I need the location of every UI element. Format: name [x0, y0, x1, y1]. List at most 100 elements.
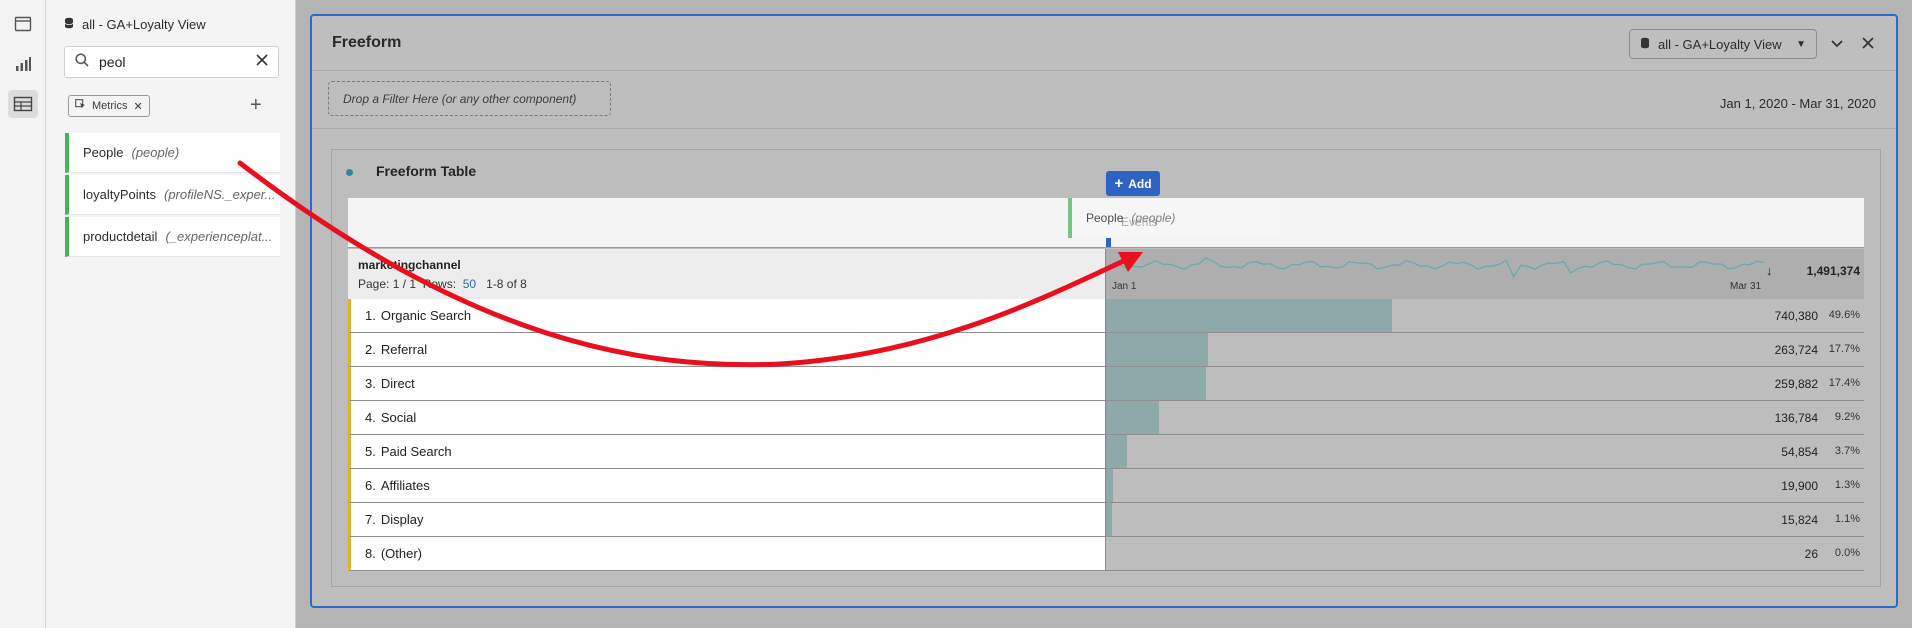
table-row-label[interactable]: 5. Paid Search: [348, 435, 1106, 469]
dataset-selector[interactable]: all - GA+Loyalty View: [64, 17, 206, 32]
table-row-metric[interactable]: 54,854 3.7%: [1106, 435, 1864, 469]
table-row-label[interactable]: 3. Direct: [348, 367, 1106, 401]
database-icon: [64, 17, 74, 32]
metric-value: 136,784: [1774, 411, 1818, 425]
table-row-label[interactable]: 6. Affiliates: [348, 469, 1106, 503]
metric-value: 26: [1804, 547, 1818, 561]
metric-value: 54,854: [1781, 445, 1818, 459]
row-rank: 8.: [365, 546, 376, 561]
chip-remove-icon[interactable]: ✕: [133, 100, 142, 113]
viz-status-dot: [346, 169, 353, 176]
close-panel-icon[interactable]: [1862, 36, 1874, 54]
row-rank: 1.: [365, 308, 376, 323]
table-row-metric[interactable]: 259,882 17.4%: [1106, 367, 1864, 401]
metric-percent: 1.1%: [1834, 513, 1860, 525]
filter-drop-zone[interactable]: Drop a Filter Here (or any other compone…: [328, 81, 611, 116]
metric-value: 740,380: [1774, 309, 1818, 323]
panel-filter-row: Drop a Filter Here (or any other compone…: [312, 71, 1896, 129]
metric-bar: [1106, 401, 1159, 434]
row-rank: 7.: [365, 512, 376, 527]
metric-bar: [1106, 503, 1112, 536]
row-label: Social: [380, 410, 417, 425]
add-filter-icon[interactable]: +: [250, 94, 262, 116]
table-row-label[interactable]: 1. Organic Search: [348, 299, 1106, 333]
row-rank: 5.: [365, 444, 376, 459]
ghost-id: (people): [1131, 211, 1176, 225]
chip-label: Metrics: [92, 100, 128, 112]
metric-value: 15,824: [1781, 513, 1818, 527]
metric-bar: [1106, 333, 1208, 366]
table-row-metric[interactable]: 15,824 1.1%: [1106, 503, 1864, 537]
sparkline-start-label: Jan 1: [1112, 281, 1137, 292]
table-row-label[interactable]: 8. (Other): [348, 537, 1106, 571]
table-row-metric[interactable]: 19,900 1.3%: [1106, 469, 1864, 503]
row-label: Paid Search: [380, 444, 452, 459]
component-name: productdetail: [83, 229, 158, 244]
clear-search-icon[interactable]: [256, 53, 268, 71]
rows-per-page-select[interactable]: 50: [463, 277, 476, 291]
add-label: Add: [1128, 176, 1152, 191]
search-input[interactable]: peol: [99, 54, 256, 70]
row-rank: 4.: [365, 410, 376, 425]
dragged-component-ghost[interactable]: Events People (people): [1068, 198, 1280, 238]
bar-chart-icon[interactable]: [8, 50, 38, 78]
row-rank: 6.: [365, 478, 376, 493]
metric-value: 19,900: [1781, 479, 1818, 493]
metric-total: 1,491,374: [1806, 264, 1860, 278]
panel-title: Freeform: [332, 34, 402, 51]
metrics-filter-chip[interactable]: Metrics ✕: [68, 95, 150, 117]
table-row-label[interactable]: 7. Display: [348, 503, 1106, 537]
drop-target-indicator: [1106, 238, 1111, 247]
row-label: Affiliates: [380, 478, 430, 493]
table-row-metric[interactable]: 136,784 9.2%: [1106, 401, 1864, 435]
metric-value: 263,724: [1774, 343, 1818, 357]
metric-bar: [1106, 367, 1206, 400]
page-info: Page: 1 / 1: [358, 277, 417, 291]
ghost-name: People: [1086, 211, 1124, 225]
metric-header[interactable]: Jan 1 Mar 31 ↓ 1,491,374: [1106, 249, 1864, 299]
dataset-name: all - GA+Loyalty View: [82, 17, 206, 32]
panel-header: Freeform all - GA+Loyalty View ▼: [312, 16, 1896, 71]
left-rail: [0, 0, 46, 628]
row-rank: 2.: [365, 342, 376, 357]
table-row-metric[interactable]: 263,724 17.7%: [1106, 333, 1864, 367]
collapse-panel-icon[interactable]: [1830, 36, 1844, 54]
row-label: Referral: [380, 342, 428, 357]
plus-icon: +: [1114, 174, 1124, 192]
dimension-header[interactable]: marketingchannel Page: 1 / 1 Rows: 50 1-…: [348, 249, 1106, 299]
rows-label: Rows:: [422, 277, 457, 291]
table-icon[interactable]: [8, 90, 38, 118]
metric-filter-icon: [75, 99, 86, 113]
metric-percent: 1.3%: [1834, 479, 1860, 491]
table-row-label[interactable]: 2. Referral: [348, 333, 1106, 367]
date-range[interactable]: Jan 1, 2020 - Mar 31, 2020: [1720, 96, 1876, 111]
sparkline: [1120, 257, 1764, 279]
sort-descending-icon[interactable]: ↓: [1766, 263, 1773, 278]
metric-percent: 0.0%: [1834, 547, 1860, 559]
table-row-metric[interactable]: 740,380 49.6%: [1106, 299, 1864, 333]
component-id: (profileNS._exper...: [163, 187, 276, 202]
metric-percent: 9.2%: [1834, 411, 1860, 423]
metric-value: 259,882: [1774, 377, 1818, 391]
row-label: Organic Search: [380, 308, 472, 323]
metric-bar: [1106, 435, 1127, 468]
component-item-productdetail[interactable]: productdetail (_experienceplat...: [65, 217, 280, 257]
table-row-label[interactable]: 4. Social: [348, 401, 1106, 435]
search-icon: [75, 52, 89, 72]
add-metric-button[interactable]: + Add: [1106, 171, 1160, 196]
components-panel: all - GA+Loyalty View peol Metrics ✕ + P…: [46, 0, 296, 628]
database-icon: [1640, 37, 1650, 52]
metric-percent: 17.7%: [1828, 343, 1860, 355]
panel-dataset-dropdown[interactable]: all - GA+Loyalty View ▼: [1629, 29, 1817, 59]
component-search[interactable]: peol: [64, 46, 279, 78]
metric-percent: 49.6%: [1828, 309, 1860, 321]
row-range: 1-8 of 8: [486, 277, 527, 291]
panel-icon[interactable]: [8, 10, 38, 38]
component-item-loyaltypoints[interactable]: loyaltyPoints (profileNS._exper...: [65, 175, 280, 215]
component-item-people[interactable]: People (people): [65, 133, 280, 173]
metric-percent: 3.7%: [1834, 445, 1860, 457]
sparkline-end-label: Mar 31: [1730, 281, 1762, 292]
metric-percent: 17.4%: [1828, 377, 1860, 389]
chevron-down-icon: ▼: [1796, 38, 1806, 50]
table-row-metric[interactable]: 26 0.0%: [1106, 537, 1864, 571]
